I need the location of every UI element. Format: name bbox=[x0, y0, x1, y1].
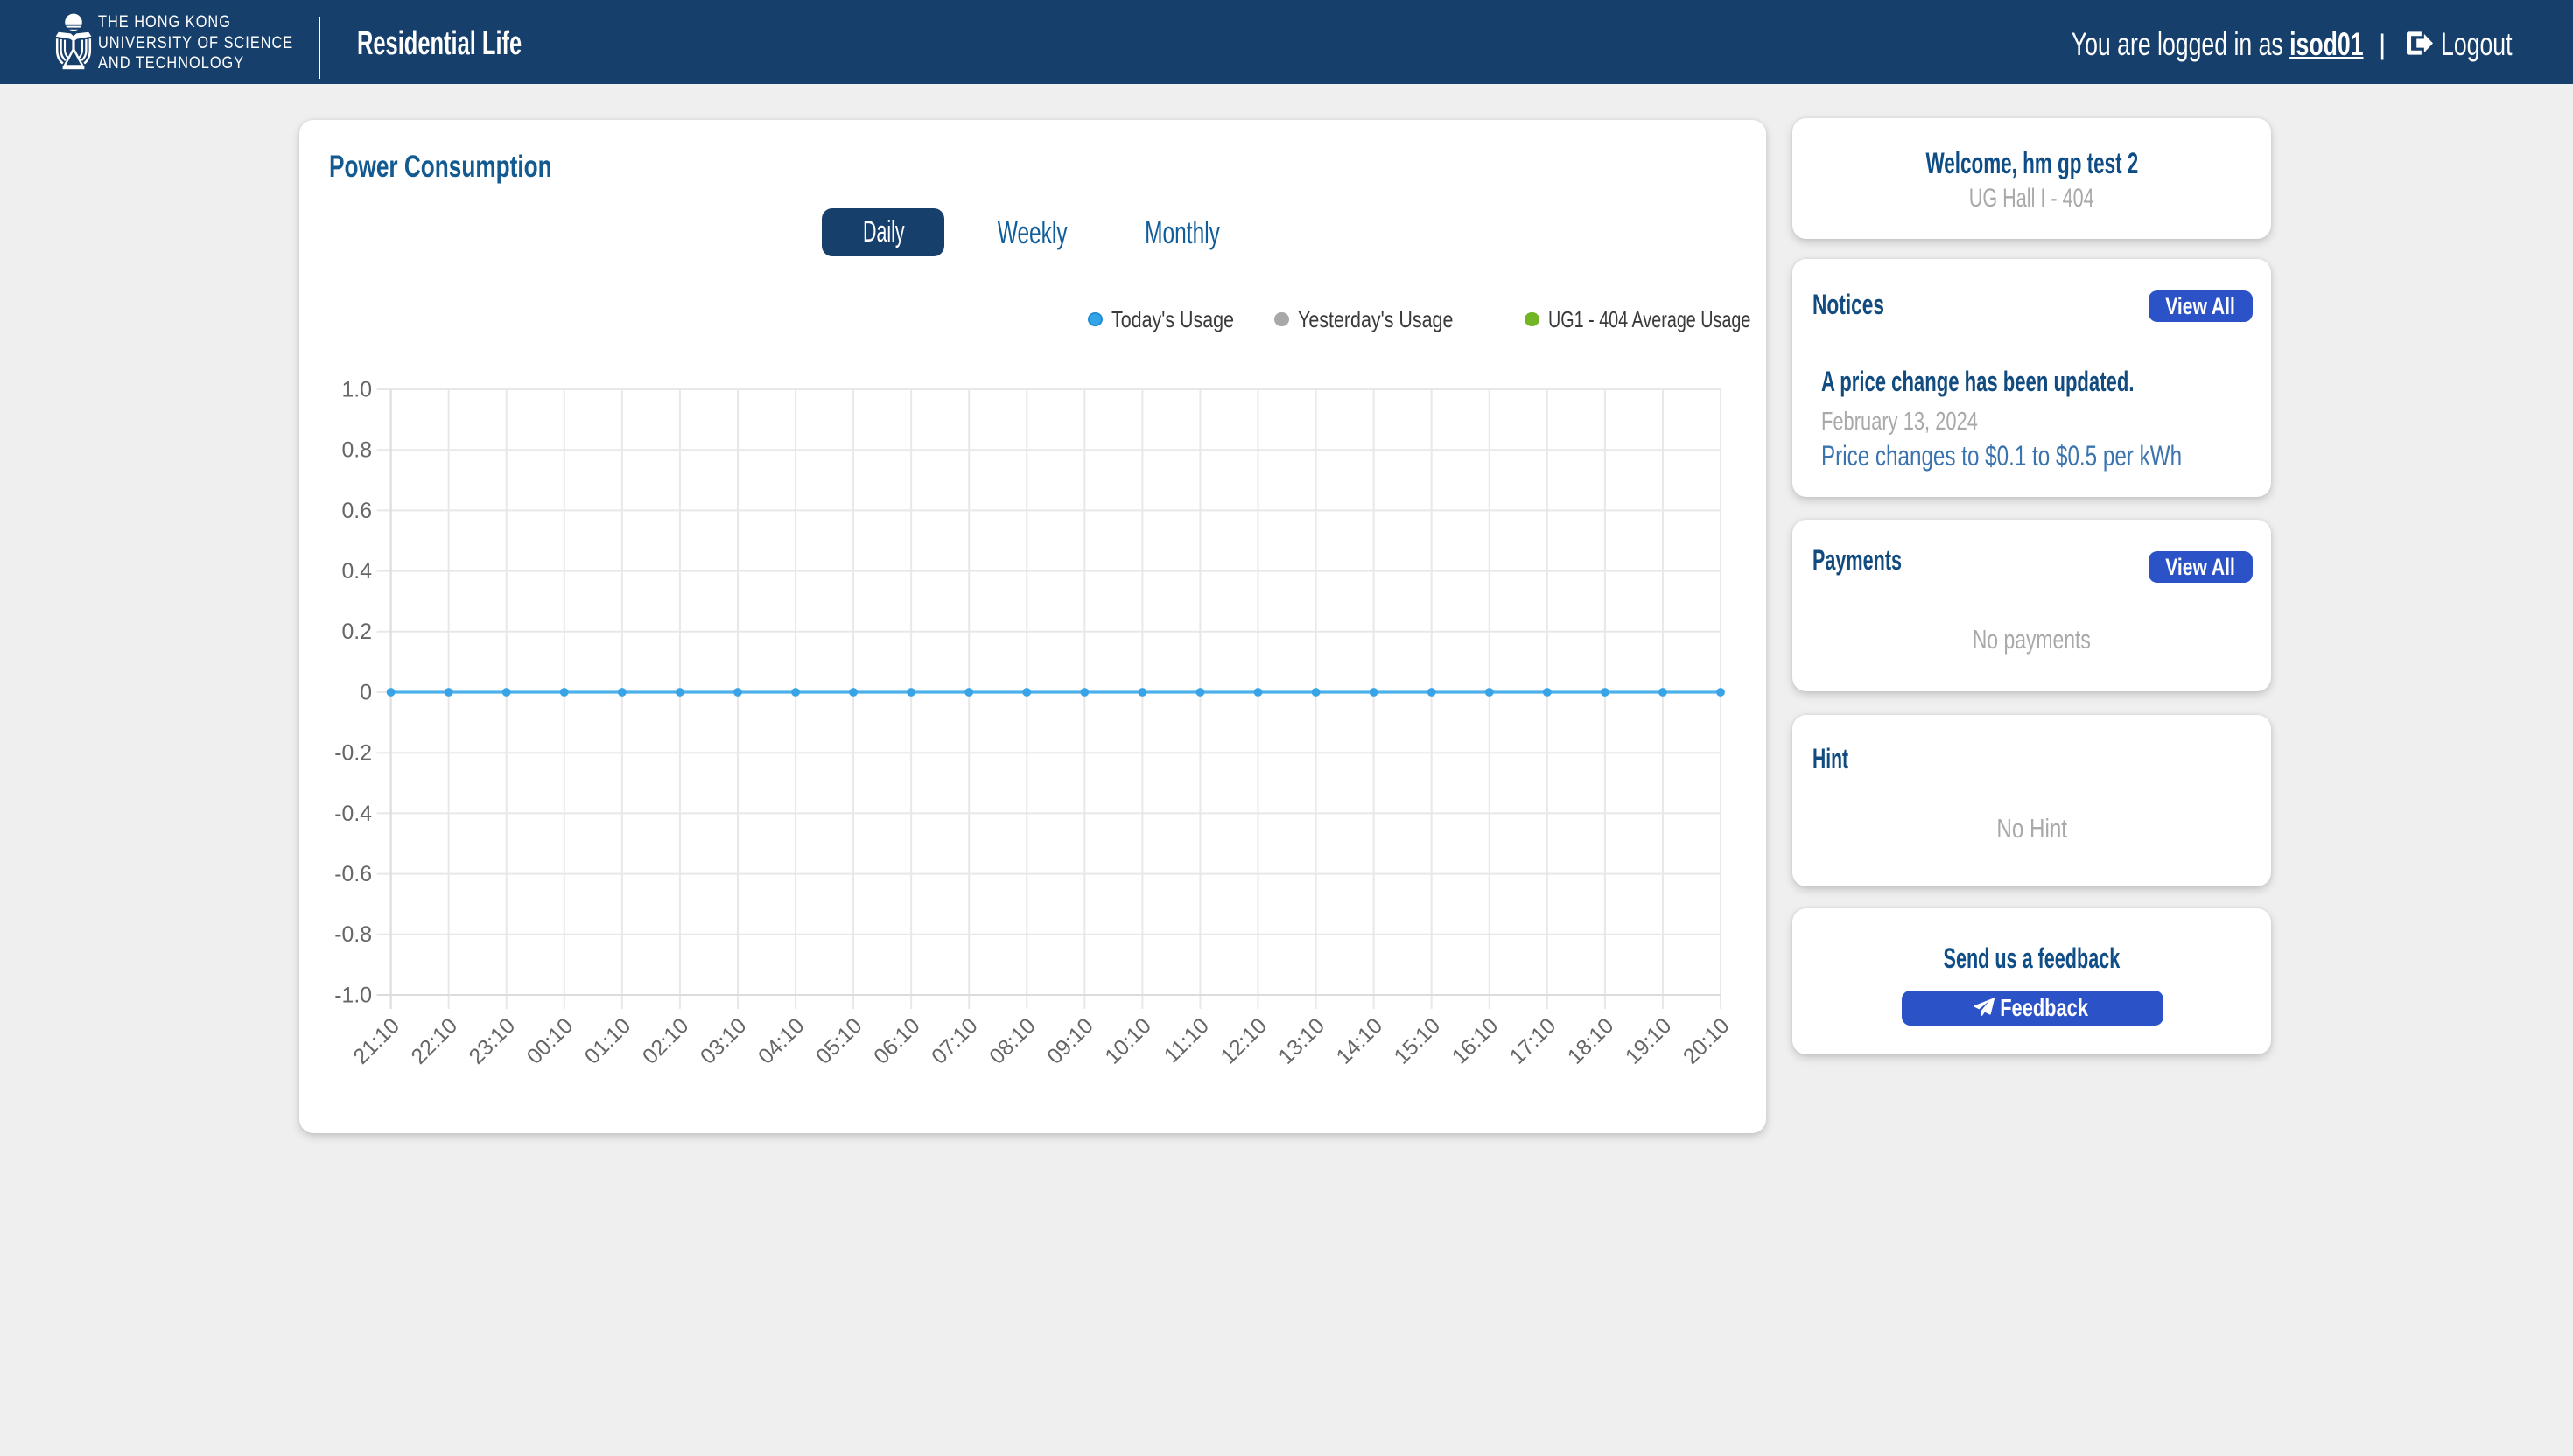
svg-text:02:10: 02:10 bbox=[638, 1014, 693, 1069]
svg-text:0.6: 0.6 bbox=[342, 500, 372, 523]
svg-text:12:10: 12:10 bbox=[1216, 1014, 1272, 1069]
svg-text:16:10: 16:10 bbox=[1448, 1014, 1503, 1069]
svg-text:00:10: 00:10 bbox=[522, 1014, 578, 1069]
svg-text:19:10: 19:10 bbox=[1621, 1014, 1676, 1069]
svg-text:17:10: 17:10 bbox=[1505, 1014, 1560, 1069]
svg-text:08:10: 08:10 bbox=[985, 1014, 1041, 1069]
svg-text:-0.8: -0.8 bbox=[334, 923, 372, 947]
svg-text:04:10: 04:10 bbox=[754, 1014, 809, 1069]
svg-text:0.4: 0.4 bbox=[342, 560, 373, 584]
svg-text:21:10: 21:10 bbox=[349, 1014, 404, 1069]
svg-text:06:10: 06:10 bbox=[870, 1014, 925, 1069]
svg-text:20:10: 20:10 bbox=[1679, 1014, 1734, 1069]
svg-text:18:10: 18:10 bbox=[1563, 1014, 1618, 1069]
svg-text:-0.6: -0.6 bbox=[334, 863, 372, 886]
svg-text:01:10: 01:10 bbox=[580, 1014, 635, 1069]
svg-text:22:10: 22:10 bbox=[407, 1014, 462, 1069]
svg-text:-0.2: -0.2 bbox=[334, 742, 372, 766]
svg-text:15:10: 15:10 bbox=[1390, 1014, 1445, 1069]
svg-text:13:10: 13:10 bbox=[1274, 1014, 1329, 1069]
svg-text:1.0: 1.0 bbox=[342, 378, 372, 402]
svg-text:0.8: 0.8 bbox=[342, 439, 372, 463]
svg-text:14:10: 14:10 bbox=[1332, 1014, 1387, 1069]
svg-text:07:10: 07:10 bbox=[928, 1014, 983, 1069]
svg-text:-0.4: -0.4 bbox=[334, 802, 372, 826]
svg-text:05:10: 05:10 bbox=[812, 1014, 867, 1069]
svg-text:09:10: 09:10 bbox=[1043, 1014, 1098, 1069]
svg-text:23:10: 23:10 bbox=[465, 1014, 520, 1069]
svg-text:0.2: 0.2 bbox=[342, 620, 372, 644]
svg-text:0: 0 bbox=[360, 681, 372, 704]
svg-text:03:10: 03:10 bbox=[696, 1014, 751, 1069]
svg-text:-1.0: -1.0 bbox=[334, 984, 372, 1007]
svg-text:10:10: 10:10 bbox=[1101, 1014, 1156, 1069]
svg-text:11:10: 11:10 bbox=[1160, 1014, 1214, 1068]
